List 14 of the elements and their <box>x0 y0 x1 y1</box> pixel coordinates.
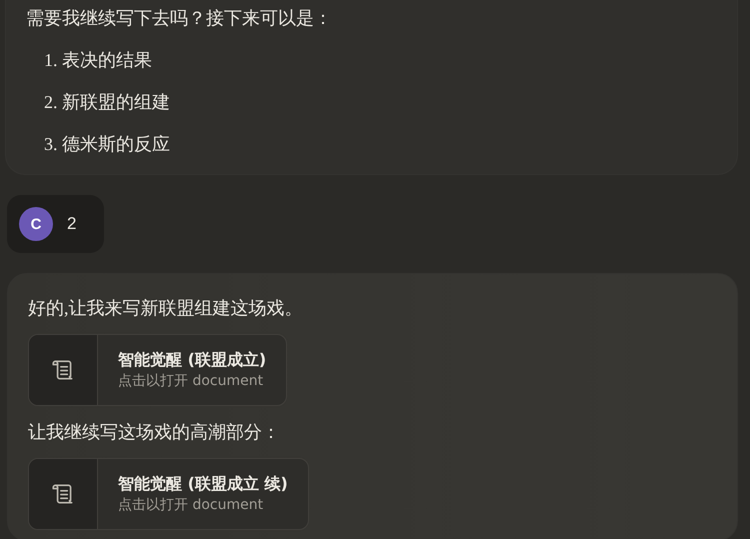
document-title: 智能觉醒 (联盟成立 续) <box>118 474 288 495</box>
document-title: 智能觉醒 (联盟成立) <box>118 350 266 371</box>
list-item: 2. 新联盟的组建 <box>44 91 170 114</box>
document-card[interactable]: 智能觉醒 (联盟成立 续) 点击以打开 document <box>28 458 309 530</box>
message-text: 让我继续写这场戏的高潮部分： <box>28 421 280 444</box>
message-text: 好的,让我来写新联盟组建这场戏。 <box>28 297 302 320</box>
document-subtitle: 点击以打开 document <box>118 496 264 514</box>
message-text: 需要我继续写下去吗？接下来可以是： <box>26 7 332 30</box>
message-text: 2 <box>67 214 76 234</box>
document-subtitle: 点击以打开 document <box>118 372 264 390</box>
document-card[interactable]: 智能觉醒 (联盟成立) 点击以打开 document <box>28 334 288 406</box>
list-item: 3. 德米斯的反应 <box>44 133 170 156</box>
avatar: C <box>19 207 53 241</box>
list-item: 1. 表决的结果 <box>44 49 153 72</box>
